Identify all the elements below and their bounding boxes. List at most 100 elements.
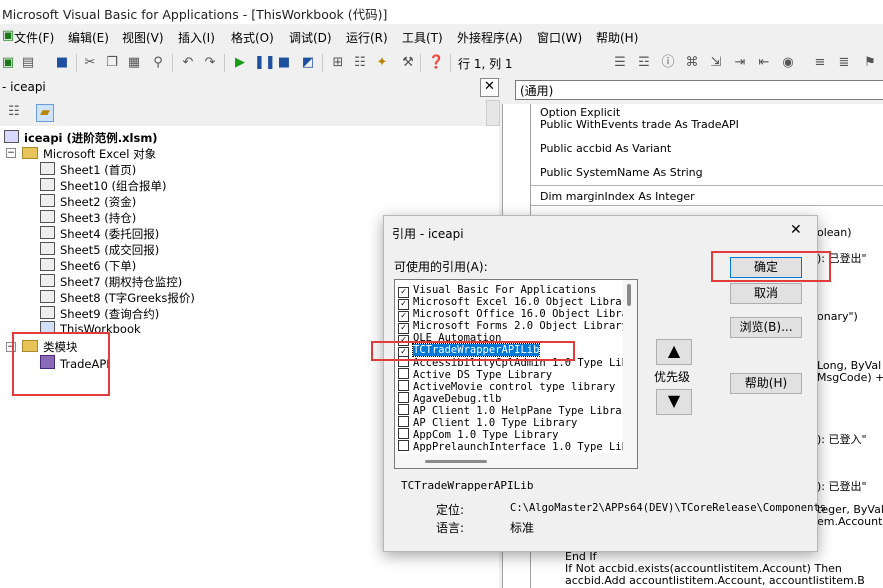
list-properties-icon[interactable]: ☰ — [612, 55, 628, 71]
checkbox-unchecked-icon[interactable] — [398, 380, 409, 391]
checkbox-unchecked-icon[interactable] — [398, 368, 409, 379]
toggle-breakpoint-icon[interactable]: ◉ — [780, 55, 796, 71]
sheet-icon — [40, 210, 55, 223]
tree-root-project[interactable]: iceapi (进阶范例.xlsm) — [4, 130, 158, 146]
scrollbar-thumb[interactable] — [425, 460, 487, 463]
tree-item-sheet[interactable]: Sheet6 (下单) — [40, 258, 136, 274]
parameter-info-icon[interactable]: ⌘ — [684, 55, 700, 71]
break-icon[interactable]: ❚❚ — [254, 55, 276, 71]
list-vertical-scrollbar[interactable] — [623, 280, 637, 468]
tree-item-sheet[interactable]: Sheet5 (成交回报) — [40, 242, 159, 258]
menu-help[interactable]: 帮助(H) — [596, 29, 638, 46]
quick-info-icon[interactable]: ⓘ — [660, 55, 676, 71]
view-excel-icon[interactable]: ▣ — [0, 55, 16, 71]
tree-item-sheet[interactable]: Sheet9 (查询合约) — [40, 306, 159, 322]
view-code-icon[interactable]: ☷ — [6, 104, 22, 120]
uncomment-block-icon[interactable]: ≣ — [836, 55, 852, 71]
checkbox-unchecked-icon[interactable] — [398, 392, 409, 403]
reference-item[interactable]: ✓ Microsoft Office 16.0 Object Library — [398, 308, 637, 322]
language-value: 标准 — [510, 521, 535, 535]
menu-run[interactable]: 运行(R) — [346, 29, 388, 46]
reference-item[interactable]: AgaveDebug.tlb — [398, 392, 502, 405]
browse-button[interactable]: 浏览(B)... — [730, 317, 802, 338]
checkbox-unchecked-icon[interactable] — [398, 428, 409, 439]
object-combo[interactable]: (通用) — [515, 80, 883, 100]
list-constants-icon[interactable]: ☲ — [636, 55, 652, 71]
bookmark-icon[interactable]: ⚑ — [862, 55, 878, 71]
menu-tools[interactable]: 工具(T) — [402, 29, 443, 46]
references-list[interactable]: ✓ Visual Basic For Applications ✓ Microsof… — [394, 279, 638, 469]
reference-item[interactable]: ActiveMovie control type library — [398, 380, 615, 393]
tree-item-sheet[interactable]: Sheet8 (T字Greeks报价) — [40, 290, 195, 306]
code-line: Public accbid As Variant — [540, 142, 672, 155]
tree-item-sheet[interactable]: Sheet1 (首页) — [40, 162, 136, 178]
cancel-button[interactable]: 取消 — [730, 283, 802, 304]
priority-down-button[interactable]: ▼ — [656, 389, 692, 415]
toggle-folders-icon[interactable]: ▰ — [36, 104, 54, 122]
sheet-icon — [40, 194, 55, 207]
menu-file[interactable]: 文件(F) — [14, 29, 54, 46]
reference-item[interactable]: Active DS Type Library — [398, 368, 552, 381]
tree-item-sheet[interactable]: Sheet7 (期权持仓监控) — [40, 274, 182, 290]
design-mode-icon[interactable]: ◩ — [300, 55, 316, 71]
close-icon[interactable]: ✕ — [480, 78, 499, 97]
reference-item[interactable]: AppCom 1.0 Type Library — [398, 428, 558, 441]
redo-icon[interactable]: ↷ — [202, 55, 218, 71]
menu-bar: ▣ 文件(F) 编辑(E) 视图(V) 插入(I) 格式(O) 调试(D) 运行… — [0, 24, 883, 48]
collapse-icon[interactable]: − — [6, 148, 16, 158]
undo-icon[interactable]: ↶ — [180, 55, 196, 71]
complete-word-icon[interactable]: ⇲ — [708, 55, 724, 71]
outdent-icon[interactable]: ⇤ — [756, 55, 772, 71]
close-icon[interactable]: ✕ — [790, 222, 802, 238]
cut-icon[interactable]: ✂ — [82, 55, 98, 71]
reference-item[interactable]: ✓ Visual Basic For Applications — [398, 284, 596, 298]
checkbox-unchecked-icon[interactable] — [398, 416, 409, 427]
tree-item-sheet[interactable]: Sheet3 (持仓) — [40, 210, 136, 226]
reference-item[interactable]: ✓ Microsoft Excel 16.0 Object Library — [398, 296, 634, 310]
scrollbar-thumb[interactable] — [627, 284, 631, 306]
menu-window[interactable]: 窗口(W) — [537, 29, 582, 46]
help-icon[interactable]: ❓ — [428, 55, 444, 71]
properties-icon[interactable]: ☷ — [352, 55, 368, 71]
paste-icon[interactable]: ▦ — [126, 55, 142, 71]
menu-addins[interactable]: 外接程序(A) — [457, 29, 523, 46]
dialog-title: 引用 - iceapi — [392, 227, 464, 241]
tree-item-sheet[interactable]: Sheet10 (组合报单) — [40, 178, 167, 194]
tree-folder-excel-objects[interactable]: Microsoft Excel 对象 — [22, 146, 156, 162]
tree-item-sheet[interactable]: Sheet4 (委托回报) — [40, 226, 159, 242]
code-line: accbid.Add accountlistitem.Account, acco… — [565, 574, 865, 587]
menu-edit[interactable]: 编辑(E) — [68, 29, 109, 46]
priority-up-button[interactable]: ▲ — [656, 339, 692, 365]
checkbox-unchecked-icon[interactable] — [398, 404, 409, 415]
toolbox-icon[interactable]: ⚒ — [400, 55, 416, 71]
tree-item-sheet[interactable]: Sheet2 (资金) — [40, 194, 136, 210]
menu-format[interactable]: 格式(O) — [231, 29, 274, 46]
indent-icon[interactable]: ⇥ — [732, 55, 748, 71]
reference-item[interactable]: AP Client 1.0 HelpPane Type Library — [398, 404, 634, 417]
reference-info-group: TCTradeWrapperAPILib 定位: C:\AlgoMaster2\… — [394, 479, 826, 539]
tree-scroll-up[interactable] — [486, 100, 500, 126]
comment-block-icon[interactable]: ≡ — [812, 55, 828, 71]
reference-item[interactable]: AP Client 1.0 Type Library — [398, 416, 577, 429]
reference-item[interactable]: AppPrelaunchInterface 1.0 Type Library — [398, 440, 637, 453]
object-browser-icon[interactable]: ✦ — [374, 55, 390, 71]
insert-module-icon[interactable]: ▤ — [20, 55, 36, 71]
save-icon[interactable]: ■ — [54, 55, 70, 71]
copy-icon[interactable]: ❐ — [104, 55, 120, 71]
checkbox-unchecked-icon[interactable] — [398, 440, 409, 451]
menu-view[interactable]: 视图(V) — [122, 29, 164, 46]
find-icon[interactable]: ⚲ — [150, 55, 166, 71]
menu-debug[interactable]: 调试(D) — [289, 29, 332, 46]
project-explorer-icon[interactable]: ⊞ — [330, 55, 346, 71]
sheet-icon — [40, 274, 55, 287]
vba-project-icon — [4, 130, 19, 143]
code-line: onary") — [817, 310, 858, 323]
reset-icon[interactable]: ■ — [276, 55, 292, 71]
list-horizontal-scrollbar[interactable] — [395, 454, 623, 468]
run-icon[interactable]: ▶ — [232, 55, 248, 71]
standard-toolbar: ▣ ▤ ■ ✂ ❐ ▦ ⚲ ↶ ↷ ▶ ❚❚ ■ ◩ ⊞ ☷ ✦ ⚒ ❓ 行 1… — [0, 48, 883, 79]
priority-label: 优先级 — [654, 370, 691, 384]
reference-item[interactable]: ✓ Microsoft Forms 2.0 Object Library — [398, 320, 628, 334]
help-button[interactable]: 帮助(H) — [730, 373, 802, 394]
menu-insert[interactable]: 插入(I) — [178, 29, 215, 46]
